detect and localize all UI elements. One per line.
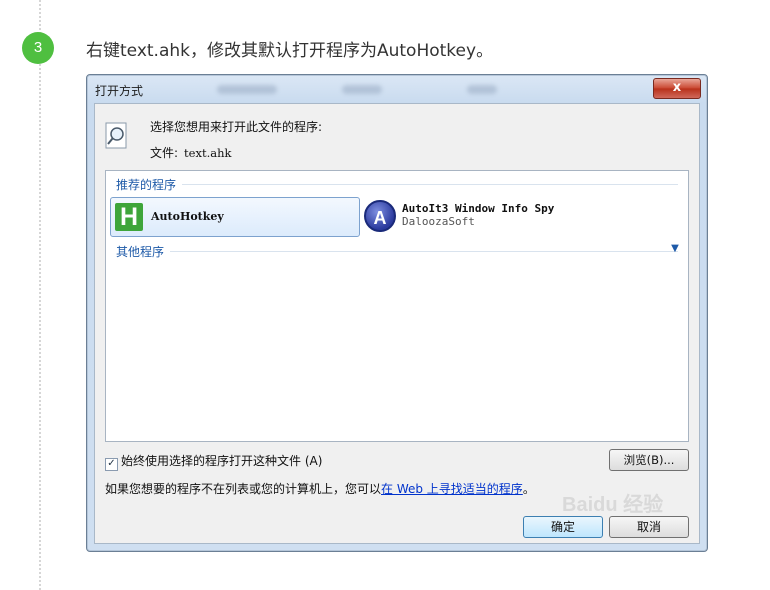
dialog-title: 打开方式 bbox=[95, 84, 144, 98]
program-list[interactable]: 推荐的程序 H AutoHotkey A AutoIt3 Window Info… bbox=[105, 170, 689, 442]
close-button[interactable]: x bbox=[653, 78, 701, 99]
autohotkey-h-icon: H bbox=[115, 203, 143, 231]
help-note: 如果您想要的程序不在列表或您的计算机上，您可以在 Web 上寻找适当的程序。 bbox=[105, 480, 535, 497]
open-with-dialog: 打开方式 x 选择您想用来打开此文件的程序: 文件: text.ahk 推荐的程序… bbox=[86, 74, 708, 552]
dialog-client-area: 选择您想用来打开此文件的程序: 文件: text.ahk 推荐的程序 H Auto… bbox=[94, 103, 700, 544]
always-use-checkbox-row[interactable]: ✓ 始终使用选择的程序打开这种文件 (A) bbox=[105, 452, 322, 471]
program-name: AutoIt3 Window Info Spy bbox=[402, 202, 555, 215]
file-name: text.ahk bbox=[184, 146, 232, 160]
ok-button[interactable]: 确定 bbox=[523, 516, 603, 538]
note-prefix: 如果您想要的程序不在列表或您的计算机上，您可以 bbox=[105, 482, 382, 496]
baidu-watermark: Baidu 经验 bbox=[562, 494, 664, 516]
blurred-title-region bbox=[217, 85, 277, 94]
dialog-titlebar[interactable]: 打开方式 x bbox=[87, 75, 707, 103]
chevron-down-icon[interactable]: ▼ bbox=[668, 243, 682, 255]
program-publisher: DaloozaSoft bbox=[402, 215, 475, 228]
always-use-checkbox[interactable]: ✓ bbox=[105, 458, 118, 471]
group-divider bbox=[116, 251, 678, 252]
note-suffix: 。 bbox=[522, 482, 535, 496]
cancel-button[interactable]: 取消 bbox=[609, 516, 689, 538]
group-divider bbox=[116, 184, 678, 185]
program-name: AutoHotkey bbox=[151, 210, 224, 223]
step-timeline-line bbox=[39, 0, 41, 590]
program-item-autohotkey[interactable]: H AutoHotkey bbox=[110, 197, 360, 237]
file-label: 文件: bbox=[150, 146, 179, 160]
recommended-programs-header[interactable]: 推荐的程序 bbox=[116, 176, 183, 193]
step-number-badge: 3 bbox=[22, 32, 54, 64]
blurred-title-region bbox=[467, 85, 497, 94]
find-program-on-web-link[interactable]: 在 Web 上寻找适当的程序 bbox=[381, 482, 523, 496]
program-item-autoit3[interactable]: A AutoIt3 Window Info Spy DaloozaSoft bbox=[362, 197, 662, 237]
other-programs-header[interactable]: 其他程序 bbox=[116, 243, 171, 260]
browse-button[interactable]: 浏览(B)... bbox=[609, 449, 689, 471]
blurred-title-region bbox=[342, 85, 382, 94]
file-name-row: 文件: text.ahk bbox=[150, 144, 231, 161]
always-use-label: 始终使用选择的程序打开这种文件 (A) bbox=[121, 454, 323, 468]
step-instruction: 右键text.ahk，修改其默认打开程序为AutoHotkey。 bbox=[86, 41, 494, 61]
search-document-icon bbox=[105, 122, 127, 149]
autoit-a-icon: A bbox=[364, 200, 396, 232]
prompt-text: 选择您想用来打开此文件的程序: bbox=[150, 120, 323, 134]
